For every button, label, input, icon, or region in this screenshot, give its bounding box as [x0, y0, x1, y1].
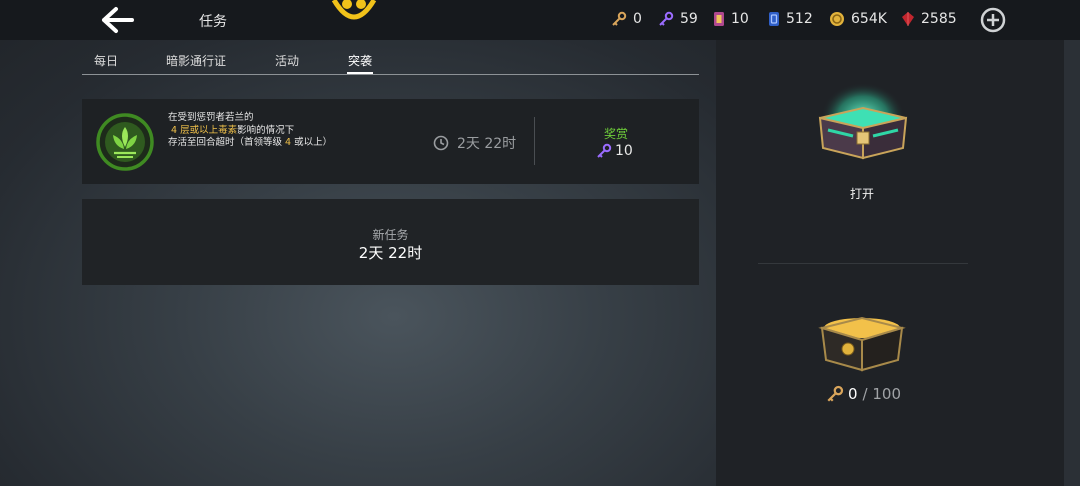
glowing-chest-icon — [818, 76, 908, 160]
resource-value: 10 — [731, 11, 749, 27]
tab-shadow-pass[interactable]: 暗影通行证 — [166, 52, 226, 69]
emblem-icon — [330, 0, 378, 26]
quest-line-3: 存活至回合超时（首领等级 4 或以上） — [168, 137, 332, 150]
key-progress: 0 / 100 — [826, 385, 901, 403]
blue-card-icon — [769, 12, 779, 26]
purple-key-icon — [659, 11, 674, 26]
tab-daily[interactable]: 每日 — [94, 52, 118, 69]
tab-events[interactable]: 活动 — [275, 52, 299, 69]
quest-highlight: 4 层或以上毒素 — [171, 124, 238, 136]
tab-bar: 每日 暗影通行证 活动 突袭 — [82, 40, 699, 75]
scroll-ticket-icon — [714, 12, 724, 26]
reward-value: 10 — [615, 143, 633, 159]
panel-divider — [758, 263, 968, 264]
quest-card[interactable]: 在受到惩罚者若兰的 4 层或以上毒素影响的情况下 存活至回合超时（首领等级 4 … — [82, 99, 699, 184]
resource-scroll: 10 — [713, 11, 749, 27]
reward-label: 奖赏 — [604, 127, 629, 141]
locked-chest-icon — [812, 312, 912, 374]
open-chest-label[interactable]: 打开 — [838, 185, 886, 202]
resource-value: 0 — [633, 11, 642, 27]
quest-time-left: 2天 22时 — [457, 136, 517, 152]
quest-description: 在受到惩罚者若兰的 4 层或以上毒素影响的情况下 存活至回合超时（首领等级 4 … — [168, 112, 332, 150]
back-arrow-icon[interactable] — [100, 4, 136, 36]
reward-amount: 10 — [596, 143, 633, 159]
resource-value: 2585 — [921, 11, 957, 27]
clock-icon — [433, 135, 449, 151]
resource-value: 59 — [680, 11, 698, 27]
new-task-card: 新任务 2天 22时 — [82, 199, 699, 285]
resource-value: 654K — [851, 11, 887, 27]
resource-card: 512 — [768, 11, 813, 27]
right-edge — [1064, 40, 1080, 486]
add-currency-button[interactable] — [980, 7, 1006, 33]
page-title: 任务 — [199, 14, 227, 30]
new-task-label: 新任务 — [372, 228, 409, 242]
red-gem-icon — [902, 12, 914, 26]
quest-line-2-rest: 影响的情况下 — [237, 124, 295, 136]
quest-line-2: 4 层或以上毒素影响的情况下 — [168, 125, 332, 138]
resource-value: 512 — [786, 11, 813, 27]
plus-circle-icon — [980, 7, 1006, 33]
gold-coin-icon — [830, 12, 844, 26]
key-current: 0 — [848, 385, 858, 403]
gold-key-icon — [827, 385, 844, 402]
card-divider — [534, 117, 535, 165]
active-tab-indicator — [347, 72, 373, 74]
resource-purple-key: 59 — [658, 11, 698, 27]
quest-timer: 2天 22时 — [433, 133, 516, 153]
resource-gold-key: 0 — [611, 11, 642, 27]
resource-coin: 654K — [829, 11, 887, 27]
tab-raid[interactable]: 突袭 — [348, 52, 372, 69]
gold-key-icon — [612, 11, 627, 26]
quest-line-3-b: 或以上） — [291, 137, 333, 148]
quest-line-3-a: 存活至回合超时（首领等级 — [168, 137, 286, 148]
new-task-time: 2天 22时 — [358, 244, 423, 262]
key-max: / 100 — [862, 385, 901, 403]
quest-line-1: 在受到惩罚者若兰的 — [168, 112, 254, 123]
open-chest-button[interactable] — [808, 70, 918, 170]
resource-gem: 2585 — [901, 11, 957, 27]
purple-key-icon — [597, 143, 612, 158]
poison-lotus-icon — [96, 113, 154, 171]
